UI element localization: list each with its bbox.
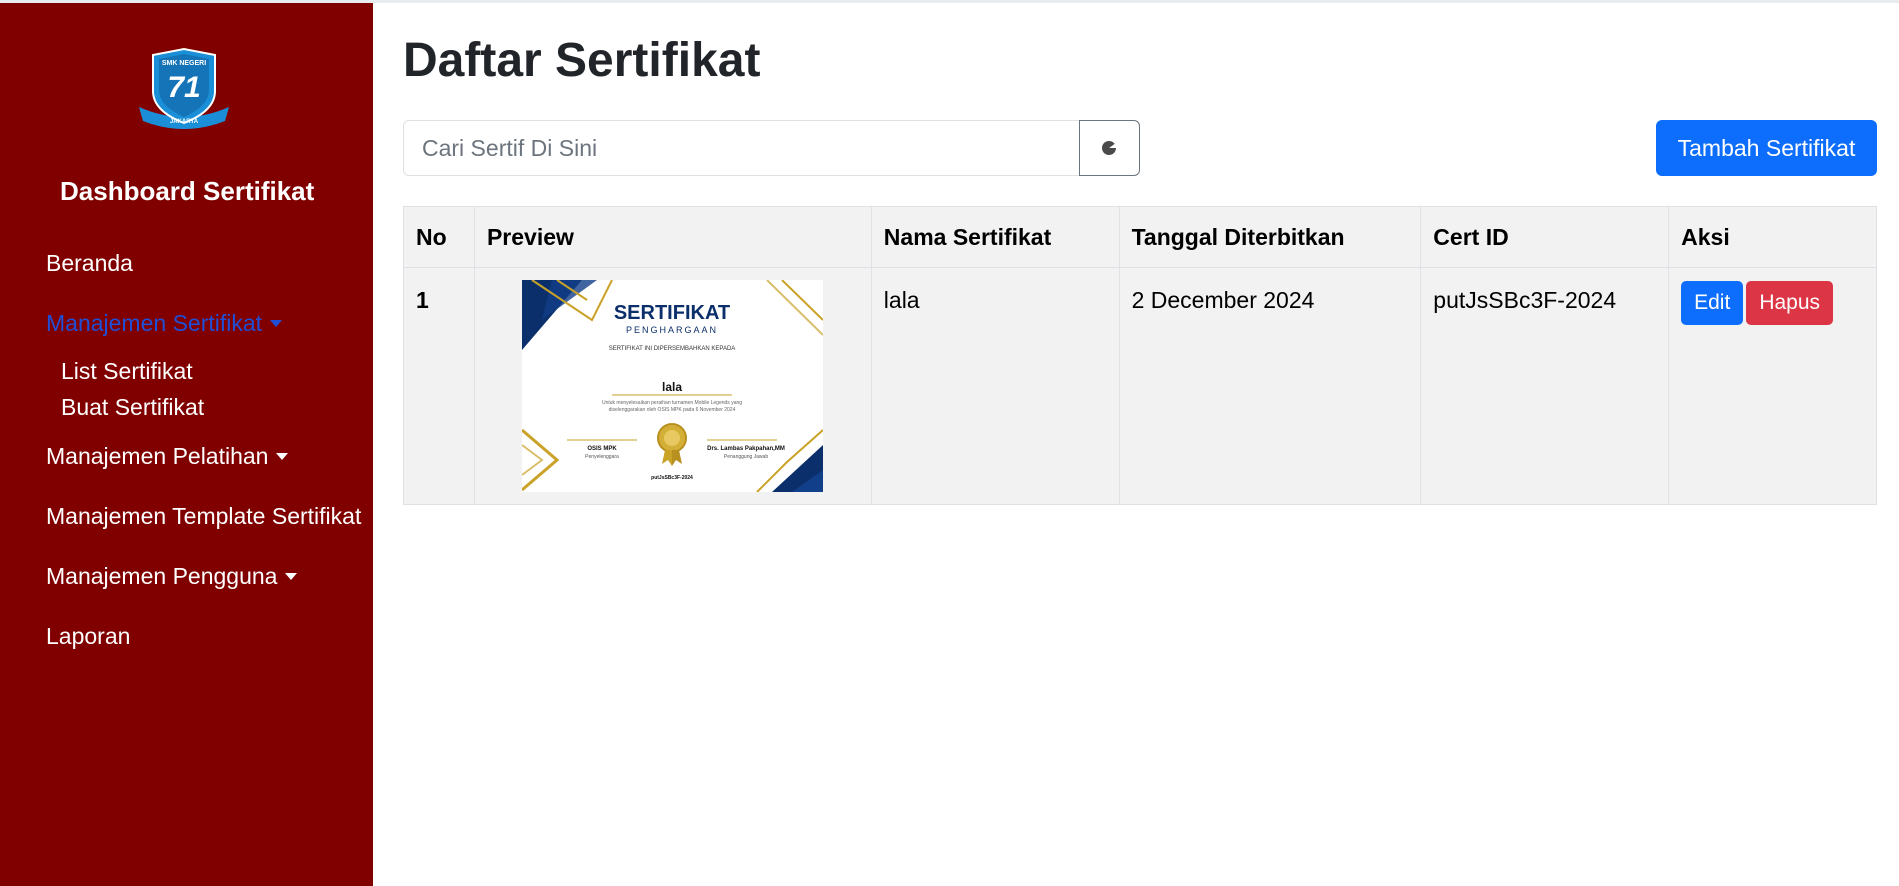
certificate-table: No Preview Nama Sertifikat Tanggal Diter… [403,206,1877,505]
cert-subtitle: PENGHARGAAN [626,325,718,335]
col-header-nama: Nama Sertifikat [870,206,1120,268]
cell-aksi: Edit Hapus [1668,267,1877,505]
cert-code: putJsSBc3F-2024 [652,475,694,481]
nav-manajemen-pengguna[interactable]: Manajemen Pengguna [46,563,298,590]
table-row: 1 SERTIFIKAT PENGHARGAAN SERTIFIKAT INI … [403,267,1877,505]
nav-manajemen-sertifikat-label: Manajemen Sertifikat [46,310,263,336]
cert-presented: SERTIFIKAT INI DIPERSEMBAHKAN KEPADA [609,346,736,352]
certificate-preview-image[interactable]: SERTIFIKAT PENGHARGAAN SERTIFIKAT INI DI… [522,280,824,492]
nav-beranda[interactable]: Beranda [46,250,133,277]
edit-button[interactable]: Edit [1681,281,1744,325]
caret-down-icon [276,453,289,460]
nav-manajemen-pelatihan-label: Manajemen Pelatihan [46,443,269,469]
cell-nama: lala [870,267,1120,505]
nav-manajemen-pengguna-label: Manajemen Pengguna [46,563,278,589]
cert-description-1: Untuk menyelesaikan peraihan turnamen Mo… [602,400,742,406]
caret-down-icon [285,573,298,580]
cell-tanggal: 2 December 2024 [1118,267,1422,505]
caret-down-icon [270,320,283,327]
cell-cert-id: putJsSBc3F-2024 [1420,267,1670,505]
search-icon [1101,141,1116,155]
nav-manajemen-template[interactable]: Manajemen Template Sertifikat [46,503,361,530]
col-header-tanggal: Tanggal Diterbitkan [1118,206,1422,268]
nav-manajemen-template-label: Manajemen Template Sertifikat [46,503,362,529]
delete-button[interactable]: Hapus [1746,281,1834,325]
col-header-preview: Preview [473,206,872,268]
cell-no: 1 [403,267,475,505]
cert-right-sign-role: Penanggung Jawab [724,454,768,460]
cert-title: SERTIFIKAT [614,302,730,324]
nav-list-sertifikat[interactable]: List Sertifikat [61,358,193,385]
table-header-row: No Preview Nama Sertifikat Tanggal Diter… [403,206,1877,268]
svg-text:SMK NEGERI: SMK NEGERI [162,60,206,67]
col-header-cert-id: Cert ID [1420,206,1670,268]
nav-laporan-label: Laporan [46,623,131,649]
page-title: Daftar Sertifikat [403,34,761,87]
cert-right-sign-name: Drs. Lambas Pakpahan,MM [708,446,786,452]
nav-manajemen-pelatihan[interactable]: Manajemen Pelatihan [46,443,289,470]
svg-text:71: 71 [167,71,200,104]
main-content: Daftar Sertifikat Tambah Sertifikat No P… [373,3,1899,886]
col-header-no: No [403,206,475,268]
svg-text:JAKARTA: JAKARTA [170,119,199,125]
search-input[interactable] [403,120,1079,176]
col-header-aksi: Aksi [1668,206,1877,268]
search-group [403,120,1140,176]
cell-preview: SERTIFIKAT PENGHARGAAN SERTIFIKAT INI DI… [473,267,872,505]
nav-beranda-label: Beranda [46,250,133,276]
add-certificate-button[interactable]: Tambah Sertifikat [1656,120,1877,176]
cert-recipient: lala [662,380,682,394]
nav-buat-sertifikat[interactable]: Buat Sertifikat [61,394,204,421]
cert-left-sign-role: Penyelenggara [586,454,620,460]
nav-manajemen-sertifikat[interactable]: Manajemen Sertifikat [46,310,283,337]
school-logo: SMK NEGERI 71 JAKARTA [139,47,229,129]
sidebar-brand: Dashboard Sertifikat [60,176,315,206]
search-button[interactable] [1079,120,1140,176]
cert-left-sign-name: OSIS MPK [588,446,618,452]
nav-laporan[interactable]: Laporan [46,623,130,650]
sidebar: SMK NEGERI 71 JAKARTA Dashboard Sertifik… [0,3,373,886]
cert-description-2: diselenggarakan oleh OSIS MPK pada 6 Nov… [609,407,736,413]
